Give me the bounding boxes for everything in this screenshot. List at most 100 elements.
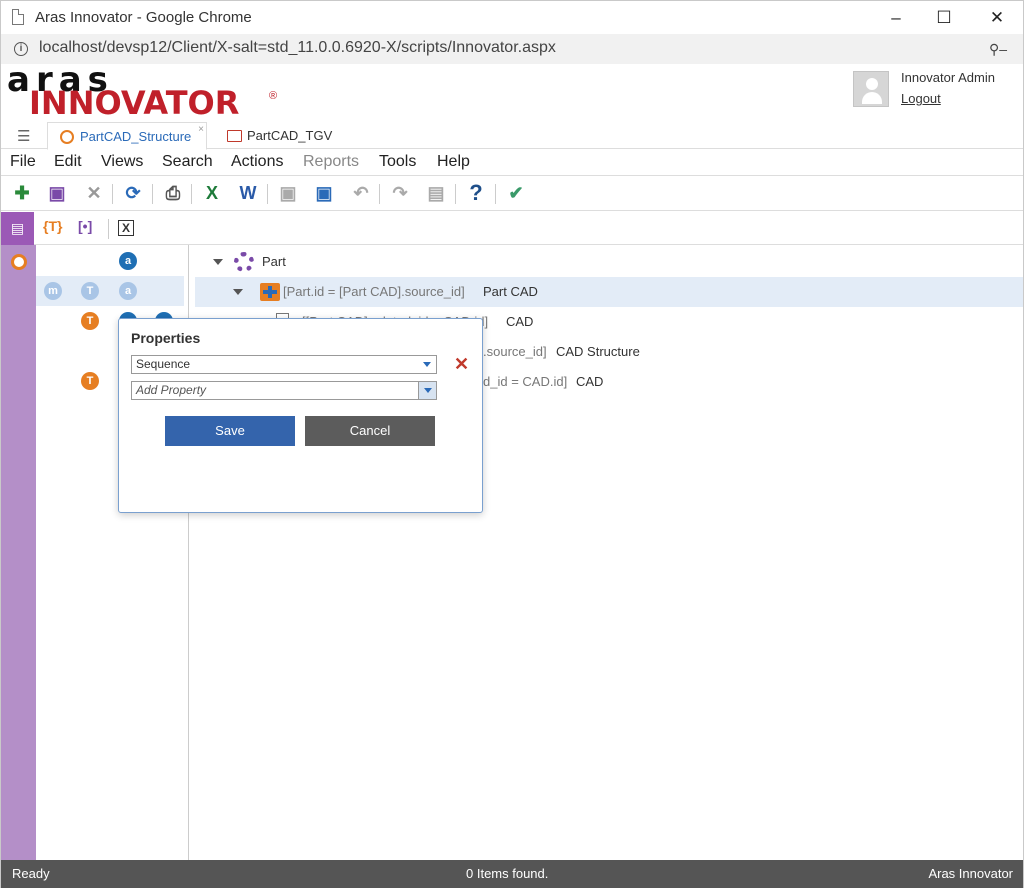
browser-titlebar: Aras Innovator - Google Chrome – ☐ ✕: [0, 0, 1024, 34]
menu-actions[interactable]: Actions: [231, 153, 283, 171]
help-icon[interactable]: ?: [465, 182, 487, 204]
save-button[interactable]: Save: [165, 416, 295, 446]
node-condition: .source_id]: [483, 344, 547, 359]
node-label: CAD: [506, 314, 534, 329]
query-icon: [60, 130, 74, 144]
hamburger-icon[interactable]: ☰: [17, 127, 30, 145]
toolbar-separator: [152, 184, 153, 204]
remove-property-icon[interactable]: ✕: [454, 354, 469, 375]
new-item-icon[interactable]: ✚: [11, 182, 33, 204]
query-definition-icon[interactable]: [11, 254, 27, 270]
aras-logo: aras INNOVATOR ®: [7, 60, 297, 122]
excel-icon[interactable]: X: [201, 182, 223, 204]
toolbar-separator: [191, 184, 192, 204]
relationship-icon[interactable]: [•]: [78, 218, 92, 234]
property-value: Sequence: [136, 357, 191, 371]
main-toolbar: ✚ ▣ ✕ ⟳ ⎙ X W ▣ ▣ ↶ ↷ ▤ ? ✔: [1, 177, 1023, 211]
type-icon[interactable]: {T}: [43, 218, 62, 234]
unlock-icon[interactable]: ▣: [313, 182, 335, 204]
status-bar: Ready 0 Items found. Aras Innovator: [1, 860, 1023, 888]
tab-partcad-tgv[interactable]: PartCAD_TGV: [215, 122, 345, 150]
collapse-icon[interactable]: [213, 259, 223, 265]
list-icon[interactable]: m: [44, 282, 62, 300]
check-icon[interactable]: ✔: [505, 182, 527, 204]
filter-icon[interactable]: T: [81, 282, 99, 300]
tab-strip: ☰ PartCAD_Structure × PartCAD_TGV: [1, 121, 1023, 150]
user-name: Innovator Admin: [901, 70, 995, 85]
word-icon[interactable]: W: [237, 182, 259, 204]
dialog-title: Properties: [131, 330, 201, 346]
gear-icon: [234, 252, 254, 272]
close-icon[interactable]: ✕: [974, 1, 1020, 35]
refresh-icon[interactable]: ⟳: [122, 182, 144, 204]
property-select[interactable]: Sequence: [131, 355, 437, 374]
logout-link[interactable]: Logout: [901, 91, 941, 106]
menu-help[interactable]: Help: [437, 153, 470, 171]
xml-icon[interactable]: X: [118, 220, 135, 236]
menu-search[interactable]: Search: [162, 153, 213, 171]
chevron-down-icon[interactable]: [418, 356, 436, 373]
undo-icon[interactable]: ↶: [350, 182, 372, 204]
toolbar-separator: [495, 184, 496, 204]
node-label: Part: [262, 254, 286, 269]
status-app-name: Aras Innovator: [928, 866, 1013, 881]
node-condition: [Part.id = [Part CAD].source_id]: [283, 284, 465, 299]
logo-innovator: INNOVATOR: [29, 84, 240, 122]
relationship-icon: [260, 283, 280, 301]
node-label: CAD Structure: [556, 344, 640, 359]
maximize-icon[interactable]: ☐: [921, 1, 967, 35]
promote-icon[interactable]: ↷: [389, 182, 411, 204]
status-count: 0 Items found.: [466, 866, 549, 881]
add-property-placeholder: Add Property: [136, 383, 207, 397]
node-condition: d_id = CAD.id]: [483, 374, 568, 389]
attribute-icon[interactable]: a: [119, 282, 137, 300]
url-text[interactable]: localhost/devsp12/Client/X-salt=std_11.0…: [39, 39, 556, 57]
menu-tools[interactable]: Tools: [379, 153, 416, 171]
add-property-select[interactable]: Add Property: [131, 381, 437, 400]
toolbar-separator: [379, 184, 380, 204]
node-label: Part CAD: [483, 284, 538, 299]
toolbar-separator: [112, 184, 113, 204]
tree-node-part-cad[interactable]: [Part.id = [Part CAD].source_id] Part CA…: [195, 277, 1023, 307]
window-title: Aras Innovator - Google Chrome: [35, 9, 252, 26]
properties-dialog: Properties Sequence ✕ Add Property Save …: [118, 318, 483, 513]
print-icon[interactable]: ⎙: [162, 182, 184, 204]
attribute-icon[interactable]: a: [119, 252, 137, 270]
tab-partcad-structure[interactable]: PartCAD_Structure ×: [47, 122, 207, 150]
toolbar-separator: [455, 184, 456, 204]
discard-icon[interactable]: ✕: [83, 182, 105, 204]
filter-icon[interactable]: T: [81, 312, 99, 330]
toolbar-separator: [267, 184, 268, 204]
left-sidebar: [1, 245, 36, 860]
key-icon[interactable]: ⚲–: [989, 41, 1007, 58]
node-label: CAD: [576, 374, 604, 389]
address-bar[interactable]: i localhost/devsp12/Client/X-salt=std_11…: [0, 34, 1024, 64]
tab-label: PartCAD_TGV: [247, 128, 333, 143]
lock-icon[interactable]: ▣: [277, 182, 299, 204]
logo-registered: ®: [269, 90, 278, 102]
save-icon[interactable]: ▣: [46, 182, 68, 204]
menu-reports[interactable]: Reports: [303, 153, 359, 171]
user-panel: Innovator Admin Logout: [853, 70, 1013, 114]
status-ready: Ready: [12, 866, 50, 881]
menu-file[interactable]: File: [10, 153, 36, 171]
tree-node-part[interactable]: Part: [190, 247, 1023, 277]
avatar: [853, 71, 889, 107]
sub-toolbar: ▤ {T} [•] X: [1, 212, 1023, 245]
menu-bar: File Edit Views Search Actions Reports T…: [1, 150, 1023, 176]
minimize-icon[interactable]: –: [873, 1, 919, 35]
collapse-icon[interactable]: [233, 289, 243, 295]
tab-close-icon[interactable]: ×: [198, 116, 204, 144]
properties-view-icon[interactable]: ▤: [1, 212, 34, 245]
page-icon: [12, 9, 24, 25]
menu-edit[interactable]: Edit: [54, 153, 82, 171]
tab-label: PartCAD_Structure: [80, 129, 192, 144]
clipboard-icon[interactable]: ▤: [425, 182, 447, 204]
toolbar-separator: [108, 219, 109, 239]
info-icon[interactable]: i: [14, 42, 28, 56]
menu-views[interactable]: Views: [101, 153, 143, 171]
cancel-button[interactable]: Cancel: [305, 416, 435, 446]
chevron-down-icon[interactable]: [418, 382, 436, 399]
form-icon: [227, 130, 242, 142]
filter-icon[interactable]: T: [81, 372, 99, 390]
